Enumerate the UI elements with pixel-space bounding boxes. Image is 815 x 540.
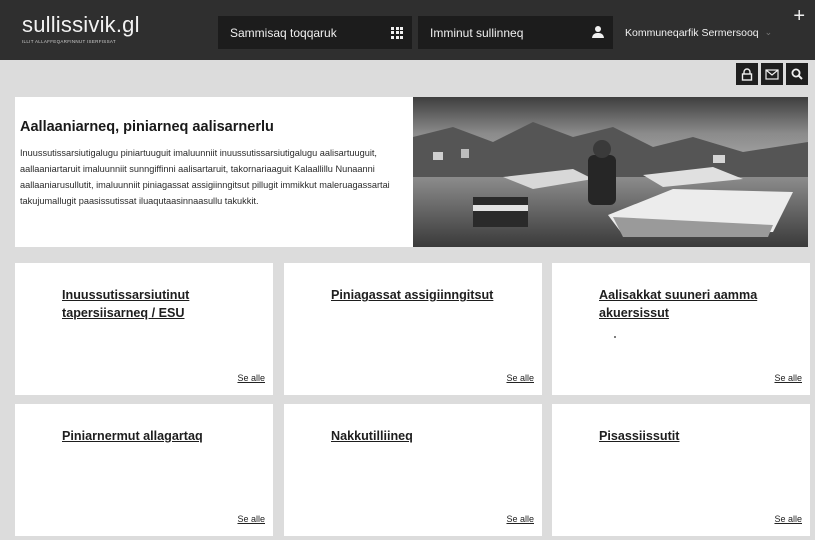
card-title-link[interactable]: Pisassiissutit (599, 427, 799, 445)
card-title-link[interactable]: Nakkutilliineq (331, 427, 531, 445)
hero-title: Aallaaniarneq, piniarneq aalisarnerlu (20, 119, 274, 135)
see-all-link[interactable]: Se alle (774, 514, 802, 524)
card-title-link[interactable]: Piniarnermut allagartaq (62, 427, 262, 445)
grid-icon (382, 16, 412, 49)
card-hunting-certificate[interactable]: Piniarnermut allagartaq Se alle (15, 404, 273, 536)
lock-icon[interactable] (736, 63, 758, 85)
see-all-link[interactable]: Se alle (506, 514, 534, 524)
card-title-link[interactable]: Inuussutissarsiutinut tapersiisarneq / E… (62, 286, 262, 322)
card-title-link[interactable]: Aalisakkat suuneri aamma akuersissut (599, 286, 799, 322)
logo-tagline: ILLIT ALLAFFEQARFINNUT ISERFISSAT (22, 39, 116, 44)
services-label: Sammisaq toqqaruk (230, 25, 337, 40)
utility-toolbar (736, 63, 808, 85)
site-logo[interactable]: sullissivik.gl ILLIT ALLAFFEQARFINNUT IS… (22, 12, 140, 45)
hero-banner: Aallaaniarneq, piniarneq aalisarnerlu In… (15, 97, 808, 247)
hero-body: Inuussutissarsiutigalugu piniartuuguit i… (20, 148, 390, 206)
services-dropdown[interactable]: Sammisaq toqqaruk (218, 16, 412, 49)
login-label: Imminut sullinneq (430, 25, 524, 40)
card-quotas[interactable]: Pisassiissutit Se alle (552, 404, 810, 536)
municipality-selector[interactable]: Kommuneqarfik Sermersooq ⌄ (620, 16, 815, 49)
see-all-link[interactable]: Se alle (237, 373, 265, 383)
chevron-down-icon: ⌄ (764, 27, 773, 37)
see-all-link[interactable]: Se alle (774, 373, 802, 383)
card-inspection[interactable]: Nakkutilliineq Se alle (284, 404, 542, 536)
hero-text: Aallaaniarneq, piniarneq aalisarnerlu In… (20, 97, 410, 209)
see-all-link[interactable]: Se alle (506, 373, 534, 383)
see-all-link[interactable]: Se alle (237, 514, 265, 524)
card-esu[interactable]: Inuussutissarsiutinut tapersiisarneq / E… (15, 263, 273, 395)
site-header: sullissivik.gl ILLIT ALLAFFEQARFINNUT IS… (0, 0, 815, 60)
user-icon (583, 16, 613, 49)
card-title-link[interactable]: Piniagassat assigiinngitsut (331, 286, 531, 304)
card-game-species[interactable]: Piniagassat assigiinngitsut Se alle (284, 263, 542, 395)
expand-plus-icon[interactable]: + (793, 6, 805, 26)
login-button[interactable]: Imminut sullinneq (418, 16, 613, 49)
municipality-label: Kommuneqarfik Sermersooq (625, 26, 759, 39)
card-fish-licence[interactable]: Aalisakkat suuneri aamma akuersissut Se … (552, 263, 810, 395)
stray-dot (614, 336, 616, 338)
logo-name: sullissivik.gl (22, 12, 140, 37)
search-icon[interactable] (786, 63, 808, 85)
mail-icon[interactable] (761, 63, 783, 85)
hero-photo-boat (413, 97, 808, 247)
